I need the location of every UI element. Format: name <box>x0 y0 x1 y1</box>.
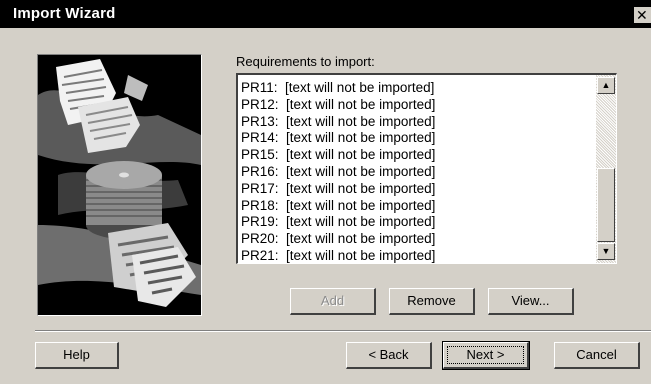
requirements-listbox[interactable]: PR11: [text will not be imported] PR12: [… <box>236 73 617 264</box>
requirements-list: PR11: [text will not be imported] PR12: [… <box>241 80 595 263</box>
list-item[interactable]: PR13: [text will not be imported] <box>241 114 595 131</box>
requirement-id: PR12: <box>241 96 279 112</box>
list-item[interactable]: PR16: [text will not be imported] <box>241 164 595 181</box>
requirement-text: [text will not be imported] <box>286 231 436 247</box>
list-item[interactable]: PR17: [text will not be imported] <box>241 181 595 198</box>
requirement-text: [text will not be imported] <box>286 113 436 129</box>
window-title: Import Wizard <box>13 5 116 22</box>
requirement-id: PR15: <box>241 147 279 163</box>
list-item[interactable]: PR18: [text will not be imported] <box>241 198 595 215</box>
requirement-text: [text will not be imported] <box>285 80 435 95</box>
requirement-id: PR18: <box>241 197 279 213</box>
requirement-id: PR20: <box>241 231 279 247</box>
up-arrow-icon: ▲ <box>601 80 611 90</box>
list-item[interactable]: PR14: [text will not be imported] <box>241 130 595 147</box>
list-item[interactable]: PR20: [text will not be imported] <box>241 231 595 248</box>
close-button[interactable]: ✕ <box>634 7 651 23</box>
documents-and-disks-illustration <box>38 55 201 315</box>
title-bar: Import Wizard ✕ <box>0 0 651 28</box>
next-button[interactable]: Next > <box>442 341 530 370</box>
requirement-id: PR13: <box>241 113 279 129</box>
focus-ring <box>447 346 524 364</box>
requirement-text: [text will not be imported] <box>286 180 436 196</box>
view-button[interactable]: View... <box>488 288 574 315</box>
list-item[interactable]: PR21: [text will not be imported] <box>241 247 595 263</box>
requirement-id: PR14: <box>241 130 279 146</box>
requirement-text: [text will not be imported] <box>286 130 436 146</box>
back-button[interactable]: < Back <box>346 342 432 369</box>
scroll-thumb[interactable] <box>597 168 615 242</box>
list-item[interactable]: PR19: [text will not be imported] <box>241 214 595 231</box>
requirement-id: PR21: <box>241 247 279 263</box>
vertical-scrollbar[interactable]: ▲ ▼ <box>596 75 616 263</box>
add-button[interactable]: Add <box>290 288 376 315</box>
separator-line <box>35 330 651 332</box>
help-button[interactable]: Help <box>35 342 119 369</box>
requirement-id: PR17: <box>241 180 279 196</box>
requirement-id: PR19: <box>241 214 279 230</box>
list-item[interactable]: PR15: [text will not be imported] <box>241 147 595 164</box>
down-arrow-icon: ▼ <box>601 246 611 256</box>
wizard-illustration <box>37 54 202 316</box>
requirement-text: [text will not be imported] <box>286 163 436 179</box>
requirements-label: Requirements to import: <box>236 54 375 69</box>
requirement-id: PR11: <box>241 80 278 95</box>
requirement-text: [text will not be imported] <box>286 247 436 263</box>
close-icon: ✕ <box>636 7 648 23</box>
list-item[interactable]: PR11: [text will not be imported] <box>241 80 595 97</box>
requirement-text: [text will not be imported] <box>286 197 436 213</box>
requirement-id: PR16: <box>241 163 279 179</box>
requirement-text: [text will not be imported] <box>286 214 436 230</box>
list-item[interactable]: PR12: [text will not be imported] <box>241 97 595 114</box>
scroll-down-button[interactable]: ▼ <box>597 243 615 260</box>
requirement-text: [text will not be imported] <box>286 147 436 163</box>
remove-button[interactable]: Remove <box>389 288 475 315</box>
scroll-up-button[interactable]: ▲ <box>597 77 615 94</box>
requirement-text: [text will not be imported] <box>286 96 436 112</box>
cancel-button[interactable]: Cancel <box>554 342 640 369</box>
